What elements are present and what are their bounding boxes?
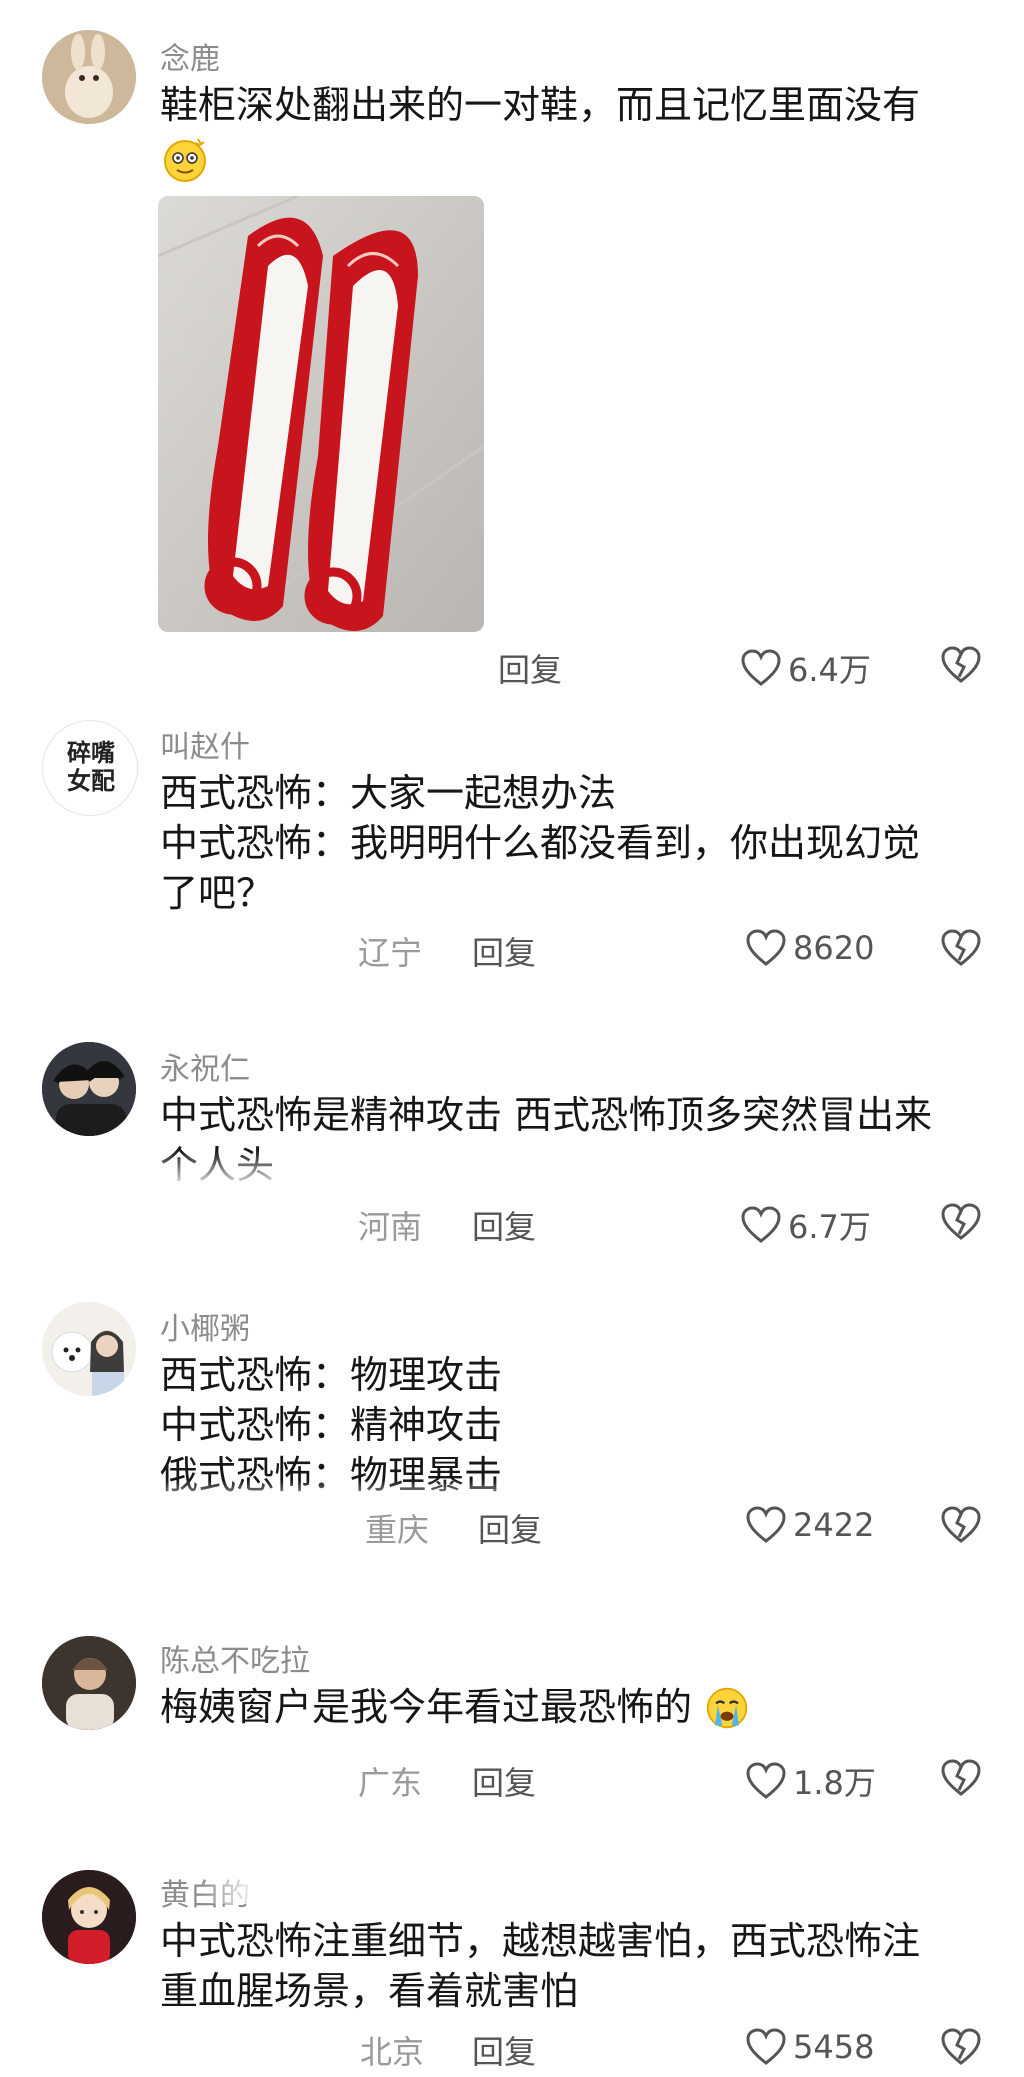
comment-line: 中式恐怖：我明明什么都没看到，你出现幻觉 — [160, 821, 921, 865]
avatar[interactable] — [42, 1042, 136, 1136]
text-fade-overlay — [0, 1878, 1024, 1904]
comment-actions: 辽宁 回复 8620 — [0, 928, 1024, 978]
comment-text: 西式恐怖：大家一起想办法 中式恐怖：我明明什么都没看到，你出现幻觉 了吧？ — [160, 768, 980, 918]
avatar[interactable]: 碎嘴女配 — [42, 720, 138, 816]
heart-outline-icon — [746, 1506, 786, 1543]
comment-item: 小椰粥 西式恐怖：物理攻击 中式恐怖：精神攻击 俄式恐怖：物理暴击 重庆 回复 … — [0, 1280, 1024, 1580]
like-button[interactable]: 8620 — [745, 928, 874, 968]
red-embroidered-shoes-photo[interactable] — [158, 196, 484, 632]
comment-text: 鞋柜深处翻出来的一对鞋，而且记忆里面没有 — [160, 80, 980, 184]
comment-actions: 广东 回复 1.8万 — [0, 1758, 1024, 1808]
comment-line: 梅姨窗户是我今年看过最恐怖的 — [160, 1682, 980, 1735]
location-label: 辽宁 — [358, 934, 423, 972]
avatar[interactable] — [42, 30, 136, 124]
selfie-avatar-icon — [42, 1042, 136, 1136]
comment-item: 碎嘴女配 叫赵什 西式恐怖：大家一起想办法 中式恐怖：我明明什么都没看到，你出现… — [0, 700, 1024, 1000]
avatar[interactable] — [42, 1302, 136, 1396]
comment-text: 梅姨窗户是我今年看过最恐怖的 — [160, 1682, 980, 1735]
comment-line-text: 梅姨窗户是我今年看过最恐怖的 — [160, 1685, 693, 1729]
comment-actions: 重庆 回复 2422 — [0, 1505, 1024, 1555]
comment-line: 中式恐怖是精神攻击 西式恐怖顶多突然冒出来 — [160, 1093, 933, 1137]
like-button[interactable]: 1.8万 — [745, 1758, 876, 1804]
username[interactable]: 叫赵什 — [160, 722, 250, 766]
reply-button[interactable]: 回复 — [472, 928, 536, 974]
heart-outline-icon — [741, 1206, 781, 1243]
broken-heart-icon — [941, 2028, 981, 2065]
like-count: 1.8万 — [793, 1764, 876, 1802]
comment-actions: 河南 回复 6.7万 — [0, 1202, 1024, 1252]
broken-heart-icon — [941, 1203, 981, 1240]
avatar-text: 碎嘴女配 — [67, 739, 115, 795]
location-label: 北京 — [360, 2033, 425, 2071]
like-count: 6.4万 — [788, 651, 871, 689]
comment-item: 陈总不吃拉 梅姨窗户是我今年看过最恐怖的 广东 回复 1.8万 — [0, 1620, 1024, 1802]
comment-actions: 回复 6.4万 — [0, 645, 1024, 695]
comment-line: 中式恐怖：精神攻击 — [160, 1403, 503, 1447]
like-count: 6.7万 — [788, 1208, 871, 1246]
dislike-button[interactable] — [940, 2027, 982, 2067]
location-label: 广东 — [358, 1764, 423, 1802]
portrait-avatar-icon — [42, 1636, 136, 1730]
dislike-button[interactable] — [940, 1202, 982, 1242]
comment-line: 中式恐怖注重细节，越想越害怕，西式恐怖注 — [160, 1919, 921, 1963]
heart-outline-icon — [746, 929, 786, 966]
username[interactable]: 念鹿 — [160, 34, 220, 78]
dislike-button[interactable] — [940, 1758, 982, 1798]
text-fade-overlay — [0, 1150, 1024, 1190]
broken-heart-icon — [941, 1506, 981, 1543]
like-button[interactable]: 6.4万 — [740, 645, 871, 691]
username[interactable]: 小椰粥 — [160, 1304, 250, 1348]
rabbit-avatar-icon — [42, 30, 136, 124]
reply-button[interactable]: 回复 — [472, 2027, 536, 2073]
heart-outline-icon — [746, 2028, 786, 2065]
dislike-button[interactable] — [940, 645, 982, 685]
comment-item: 永祝仁 中式恐怖是精神攻击 西式恐怖顶多突然冒出来 个人头 河南 回复 6.7万 — [0, 1010, 1024, 1280]
location-label: 河南 — [358, 1208, 423, 1246]
location-label: 重庆 — [365, 1511, 430, 1549]
comment-item: 黄白的 中式恐怖注重细节，越想越害怕，西式恐怖注 重血腥场景，看着就害怕 北京 … — [0, 1860, 1024, 2077]
crying-face-emoji — [704, 1685, 754, 1735]
heart-outline-icon — [741, 649, 781, 686]
reply-button[interactable]: 回复 — [472, 1758, 536, 1804]
username[interactable]: 永祝仁 — [160, 1044, 250, 1088]
like-button[interactable]: 6.7万 — [740, 1202, 871, 1248]
comment-line: 鞋柜深处翻出来的一对鞋，而且记忆里面没有 — [160, 83, 921, 127]
broken-heart-icon — [941, 1759, 981, 1796]
reply-button[interactable]: 回复 — [498, 645, 562, 691]
reply-button[interactable]: 回复 — [478, 1505, 542, 1551]
like-button[interactable]: 5458 — [745, 2027, 874, 2067]
reply-button[interactable]: 回复 — [472, 1202, 536, 1248]
comment-text: 西式恐怖：物理攻击 中式恐怖：精神攻击 俄式恐怖：物理暴击 — [160, 1350, 980, 1500]
dizzy-face-emoji — [160, 134, 210, 184]
comment-item: 念鹿 鞋柜深处翻出来的一对鞋，而且记忆里面没有 回复 6.4万 — [0, 0, 1024, 700]
username[interactable]: 陈总不吃拉 — [160, 1636, 310, 1680]
broken-heart-icon — [941, 929, 981, 966]
like-button[interactable]: 2422 — [745, 1505, 874, 1545]
avatar[interactable] — [42, 1636, 136, 1730]
dislike-button[interactable] — [940, 928, 982, 968]
broken-heart-icon — [941, 646, 981, 683]
dog-and-girl-avatar-icon — [42, 1302, 136, 1396]
comment-line: 了吧？ — [160, 871, 275, 915]
comment-line: 西式恐怖：大家一起想办法 — [160, 771, 617, 815]
comment-actions: 北京 回复 5458 — [0, 2027, 1024, 2077]
dislike-button[interactable] — [940, 1505, 982, 1545]
heart-outline-icon — [746, 1762, 786, 1799]
comment-line: 重血腥场景，看着就害怕 — [160, 1969, 579, 2013]
like-count: 2422 — [793, 1506, 875, 1544]
comment-text: 中式恐怖注重细节，越想越害怕，西式恐怖注 重血腥场景，看着就害怕 — [160, 1916, 980, 2016]
comment-line: 西式恐怖：物理攻击 — [160, 1353, 503, 1397]
like-count: 8620 — [793, 929, 875, 967]
like-count: 5458 — [793, 2028, 875, 2066]
